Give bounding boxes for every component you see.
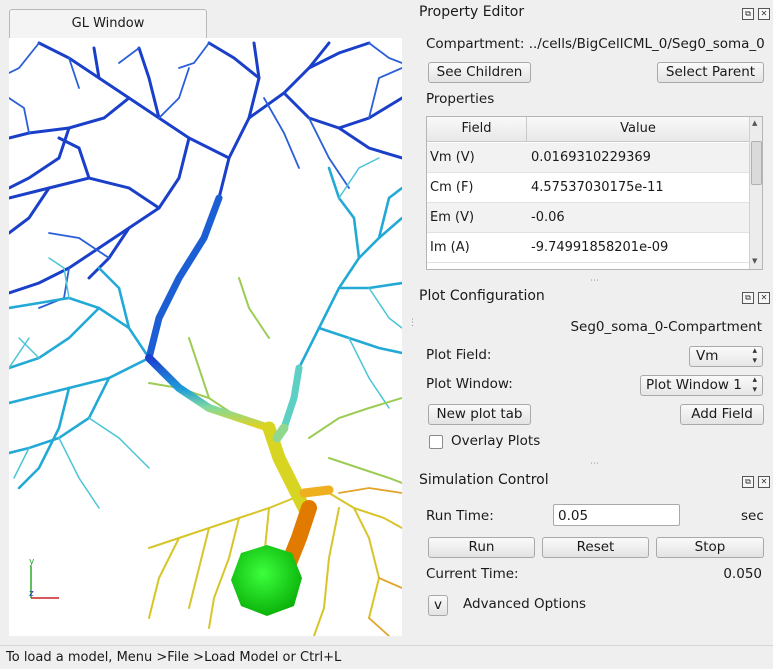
properties-label: Properties	[426, 91, 495, 107]
advanced-options-toggle[interactable]: v	[428, 595, 448, 616]
column-header-field[interactable]: Field	[427, 117, 527, 141]
plot-window-label: Plot Window:	[426, 376, 513, 392]
run-time-input[interactable]: 0.05	[553, 504, 680, 526]
new-plot-tab-button[interactable]: New plot tab	[428, 404, 531, 425]
plot-field-label: Plot Field:	[426, 347, 492, 363]
close-icon[interactable]: ✕	[758, 292, 770, 304]
run-time-unit: sec	[741, 508, 764, 524]
plot-target-label: Seg0_soma_0-Compartment	[570, 319, 762, 335]
overlay-plots-checkbox[interactable]	[429, 435, 443, 449]
float-icon[interactable]: ⧉	[742, 8, 754, 20]
value-cell[interactable]: -0.06	[531, 203, 565, 232]
axis-y-label: y	[29, 557, 35, 567]
table-row[interactable]: Vm (V) 0.0169310229369	[427, 143, 749, 173]
plot-config-dock-controls: ⧉ ✕	[742, 292, 770, 304]
field-cell: Im (A)	[430, 240, 470, 255]
close-icon[interactable]: ✕	[758, 8, 770, 20]
compartment-line: Compartment: ../cells/BigCellCML_0/Seg0_…	[426, 36, 765, 52]
property-editor-title: Property Editor	[419, 4, 525, 20]
current-time-label: Current Time:	[426, 566, 519, 582]
table-row[interactable]: Em (V) -0.06	[427, 203, 749, 233]
plot-field-select[interactable]: Vm ▴ ▾	[689, 346, 763, 367]
table-header: Field Value	[427, 117, 749, 142]
run-time-label: Run Time:	[426, 508, 494, 524]
add-field-button[interactable]: Add Field	[680, 404, 764, 425]
field-cell: Cm (F)	[430, 180, 474, 195]
gl-viewport[interactable]: y z	[9, 38, 402, 636]
dendrites-upper	[9, 41, 402, 295]
neuron-render: y z	[9, 41, 402, 636]
current-time-value: 0.050	[723, 566, 762, 582]
sim-control-dock-controls: ⧉ ✕	[742, 476, 770, 488]
scrollbar-thumb[interactable]	[751, 141, 762, 185]
scroll-down-icon[interactable]: ▼	[752, 257, 757, 265]
select-parent-button[interactable]: Select Parent	[657, 62, 764, 83]
plot-config-title: Plot Configuration	[419, 288, 545, 304]
table-row[interactable]: Cm (F) 4.57537030175e-11	[427, 173, 749, 203]
plot-window-value: Plot Window 1	[646, 377, 742, 393]
dock-resize-grip[interactable]: ⋯	[590, 276, 600, 286]
table-scrollbar[interactable]: ▲ ▼	[749, 117, 762, 269]
apical-trunk	[145, 194, 334, 515]
tab-gl-window[interactable]: GL Window	[9, 9, 207, 38]
value-cell[interactable]: 4.57537030175e-11	[531, 173, 664, 202]
scroll-up-icon[interactable]: ▲	[752, 119, 757, 127]
field-cell: Vm (V)	[430, 150, 475, 165]
float-icon[interactable]: ⧉	[742, 292, 754, 304]
plot-window-select[interactable]: Plot Window 1 ▴ ▾	[640, 375, 763, 396]
soma	[231, 545, 302, 616]
splitter-handle[interactable]: ⋮	[408, 318, 418, 328]
spin-arrows-icon: ▴ ▾	[752, 375, 757, 395]
axis-z-label: z	[29, 589, 34, 599]
column-header-value[interactable]: Value	[527, 117, 749, 141]
property-editor-dock-controls: ⧉ ✕	[742, 8, 770, 20]
properties-table: Field Value Vm (V) 0.0169310229369 Cm (F…	[426, 116, 763, 270]
plot-field-value: Vm	[696, 348, 719, 364]
run-button[interactable]: Run	[428, 537, 535, 558]
dock-resize-grip[interactable]: ⋯	[590, 459, 600, 469]
table-row[interactable]: Im (A) -9.74991858201e-09	[427, 233, 749, 263]
field-cell: Em (V)	[430, 210, 475, 225]
stop-button[interactable]: Stop	[656, 537, 764, 558]
value-cell[interactable]: 0.0169310229369	[531, 143, 651, 172]
value-cell[interactable]: -9.74991858201e-09	[531, 233, 668, 262]
spin-arrows-icon: ▴ ▾	[752, 346, 757, 366]
compartment-label: Compartment:	[426, 36, 525, 52]
status-bar: To load a model, Menu >File >Load Model …	[0, 645, 773, 668]
sim-control-title: Simulation Control	[419, 472, 549, 488]
compartment-path: ../cells/BigCellCML_0/Seg0_soma_0	[528, 36, 765, 52]
float-icon[interactable]: ⧉	[742, 476, 754, 488]
close-icon[interactable]: ✕	[758, 476, 770, 488]
dendrites-middle	[9, 166, 402, 490]
advanced-options-label: Advanced Options	[463, 596, 587, 612]
overlay-plots-label: Overlay Plots	[451, 433, 541, 449]
see-children-button[interactable]: See Children	[428, 62, 531, 83]
axes-indicator: y z	[29, 557, 59, 599]
reset-button[interactable]: Reset	[542, 537, 649, 558]
